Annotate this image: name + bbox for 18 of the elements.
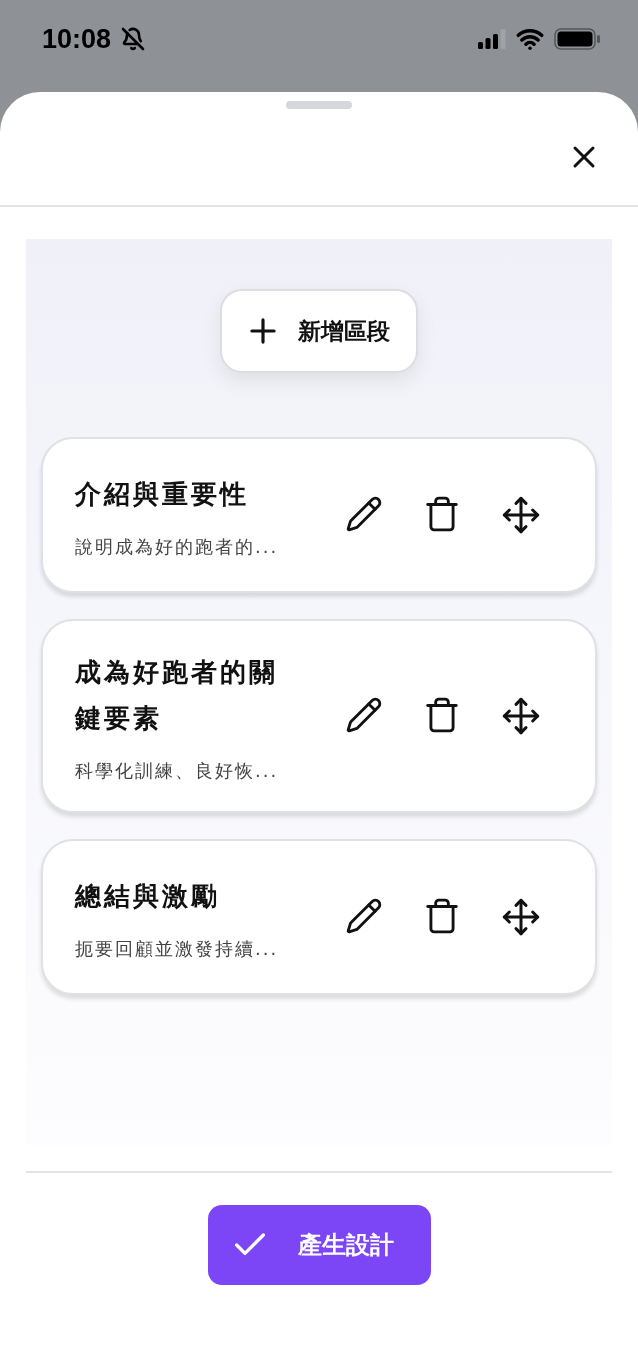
section-summary: 扼要回顧並激發持續... bbox=[75, 937, 280, 961]
section-summary: 科學化訓練、良好恢... bbox=[75, 759, 280, 783]
move-button[interactable] bbox=[501, 696, 541, 736]
status-time: 10:08 bbox=[42, 23, 112, 55]
section-card[interactable]: 成為好跑者的關鍵要素 科學化訓練、良好恢... bbox=[41, 619, 597, 813]
section-summary: 說明成為好的跑者的... bbox=[75, 535, 280, 559]
section-title: 介紹與重要性 bbox=[75, 478, 250, 511]
sheet-handle[interactable] bbox=[286, 101, 352, 109]
section-card[interactable]: 介紹與重要性 說明成為好的跑者的... bbox=[41, 437, 597, 593]
move-button[interactable] bbox=[501, 897, 541, 937]
add-section-button[interactable]: 新增區段 bbox=[220, 289, 418, 373]
section-card[interactable]: 總結與激勵 扼要回顧並激發持續... bbox=[41, 839, 597, 995]
move-button[interactable] bbox=[501, 495, 541, 535]
generate-design-button[interactable]: 產生設計 bbox=[207, 1205, 431, 1285]
battery-icon bbox=[554, 28, 600, 50]
section-title: 成為好跑者的關鍵要素 bbox=[75, 656, 279, 735]
section-title: 總結與激勵 bbox=[75, 880, 221, 913]
signal-icon bbox=[478, 29, 506, 49]
